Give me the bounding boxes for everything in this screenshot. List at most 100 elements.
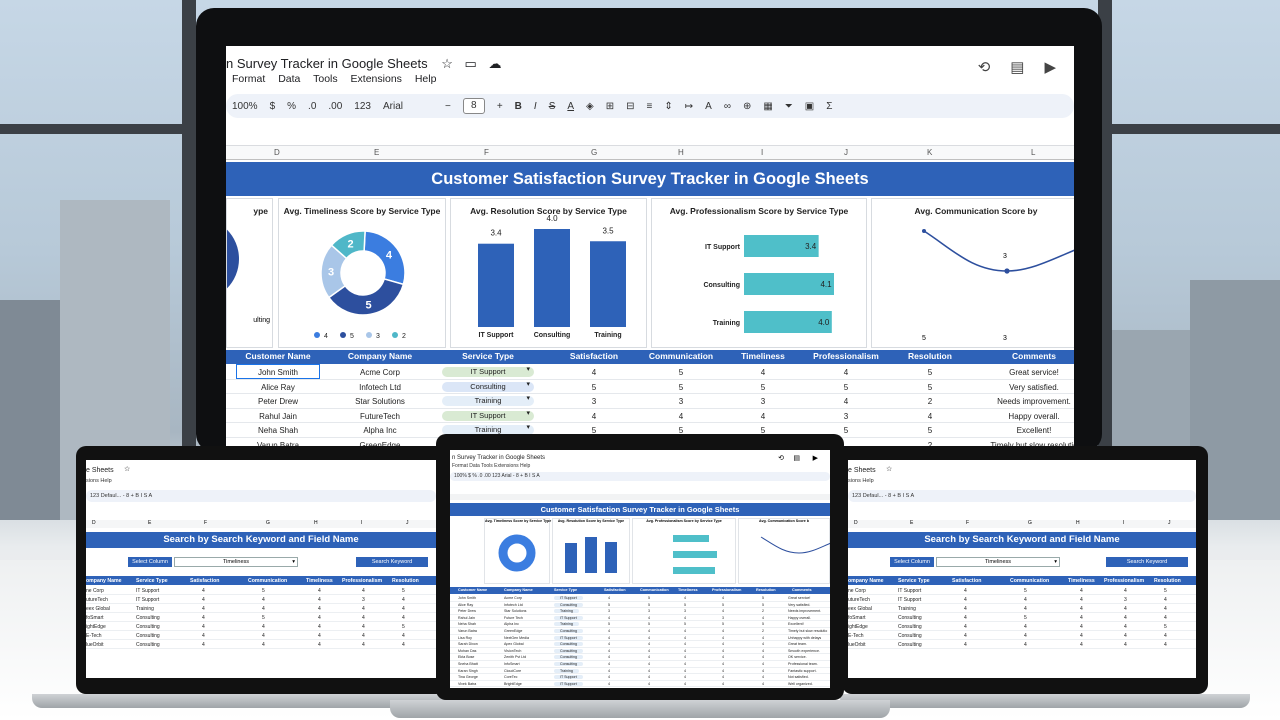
table-cell[interactable]: Apex Global [504, 642, 524, 646]
table-cell[interactable]: Star Solutions [504, 609, 526, 613]
column-header-d[interactable]: D [274, 148, 280, 157]
table-cell[interactable]: Training [554, 622, 579, 627]
column-header-h[interactable]: H [314, 520, 318, 526]
table-cell[interactable]: 5 [648, 603, 650, 607]
result-cell[interactable]: 4 [1080, 615, 1083, 621]
star-icon[interactable]: ☆ [886, 465, 892, 473]
column-header-f[interactable]: F [484, 148, 489, 157]
result-cell[interactable]: 4 [1124, 588, 1127, 594]
result-cell[interactable]: 5 [1164, 588, 1167, 594]
merge-cells-icon[interactable]: ⊟ [626, 101, 634, 112]
table-cell[interactable]: Consulting [554, 629, 583, 633]
menu-bar[interactable]: sions Help [848, 478, 874, 484]
column-header-f[interactable]: F [204, 520, 207, 526]
table-cell[interactable]: 4 [648, 675, 650, 679]
header-resolution[interactable]: Resolution [756, 588, 776, 592]
menu-bar[interactable]: sions Help [86, 478, 112, 484]
header-service-type[interactable]: Service Type [554, 588, 577, 592]
result-cell[interactable]: 4 [402, 642, 405, 648]
table-cell[interactable]: Consulting [554, 642, 583, 647]
result-cell[interactable]: 4 [1124, 624, 1127, 630]
table-cell[interactable]: 4 [684, 629, 686, 633]
header-professionalism[interactable]: Professionalism [342, 578, 382, 584]
decrease-decimal-button[interactable]: .0 [308, 101, 316, 112]
table-cell[interactable]: 4 [608, 596, 610, 600]
result-cell[interactable]: 4 [318, 615, 321, 621]
pie-slice[interactable] [363, 230, 406, 286]
table-cell[interactable]: 5 [762, 596, 764, 600]
table-cell[interactable]: 4 [648, 669, 650, 673]
header-timeliness[interactable]: Timeliness [1068, 578, 1095, 584]
table-cell[interactable]: 5 [762, 622, 764, 626]
result-cell[interactable]: 4 [318, 606, 321, 612]
table-cell[interactable]: 2 [762, 629, 764, 633]
cell-comm[interactable]: 3 [644, 397, 718, 406]
table-cell[interactable]: 5 [722, 622, 724, 626]
table-cell[interactable]: Smooth experience. [788, 649, 820, 653]
table-cell[interactable]: GreenEdge [504, 629, 522, 633]
result-row[interactable]: lueOrbit Consulting 4 4 4 4 4 [848, 640, 1196, 649]
filter-icon[interactable]: ⏷ [785, 101, 793, 112]
table-row[interactable]: Neha Shah Alpha Inc Training 5 5 5 5 5 Excellent… [450, 621, 830, 628]
header-communication[interactable]: Communication [1010, 578, 1049, 584]
result-row[interactable]: utureTech IT Support 4 4 4 3 4 [848, 595, 1196, 604]
timeliness-chart[interactable]: Avg. Timeliness Score by Service Type 45… [278, 198, 446, 348]
chart-card[interactable]: Avg. Resolution Score by Service Type [552, 518, 630, 584]
table-cell[interactable]: 4 [608, 642, 610, 646]
cell-prof[interactable]: 4 [808, 368, 884, 377]
result-cell[interactable]: utureTech [848, 597, 870, 603]
result-cell[interactable]: Consulting [136, 633, 160, 639]
table-cell[interactable]: Karan Singh [458, 669, 478, 673]
table-cell[interactable]: 5 [608, 622, 610, 626]
header-satisfaction[interactable]: Satisfaction [604, 588, 626, 592]
zoom-select[interactable]: 100% [232, 101, 258, 112]
bold-icon[interactable]: B [515, 101, 522, 112]
table-cell[interactable]: 5 [608, 603, 610, 607]
video-call-icon[interactable]: ▶ [1044, 58, 1056, 76]
history-icon[interactable]: ⟲ [778, 454, 784, 462]
result-cell[interactable]: 4 [964, 615, 967, 621]
table-cell[interactable]: 4 [762, 649, 764, 653]
table-cell[interactable]: 4 [608, 616, 610, 620]
header-communication[interactable]: Communication [640, 588, 669, 592]
result-row[interactable]: E-Tech Consulting 4 4 4 4 4 [848, 631, 1196, 640]
result-cell[interactable]: IT Support [898, 588, 921, 594]
table-row[interactable]: Alice Ray Infotech Ltd Consulting 5 5 5 5 5 Very… [450, 602, 830, 609]
table-cell[interactable]: 4 [648, 662, 650, 666]
header-company-name[interactable]: Company Name [330, 351, 430, 361]
menu-bar[interactable]: Format Data Tools Extensions Help [452, 463, 530, 469]
table-cell[interactable]: 4 [648, 642, 650, 646]
table-cell[interactable]: 5 [684, 603, 686, 607]
result-cell[interactable]: 4 [362, 588, 365, 594]
result-row[interactable]: ne Corp IT Support 4 5 4 4 5 [86, 586, 436, 595]
table-cell[interactable]: 4 [722, 669, 724, 673]
table-cell[interactable]: Neha Shah [458, 622, 476, 626]
table-cell[interactable]: 4 [608, 662, 610, 666]
result-cell[interactable]: ne Corp [848, 588, 866, 594]
table-cell[interactable]: Alpha Inc [504, 622, 519, 626]
header-satisfaction[interactable]: Satisfaction [952, 578, 981, 584]
result-cell[interactable]: 5 [1164, 624, 1167, 630]
result-cell[interactable]: 4 [1024, 624, 1027, 630]
formatting-toolbar[interactable]: 123 Defaul... - 8 + B I S A [848, 490, 1196, 502]
insert-chart-icon[interactable]: ▦ [763, 101, 772, 112]
table-cell[interactable]: Timely but slow resolutio [788, 629, 827, 633]
cell-prof[interactable]: 4 [808, 397, 884, 406]
result-cell[interactable]: 4 [1080, 588, 1083, 594]
result-cell[interactable]: lueOrbit [86, 642, 104, 648]
service-type-dropdown[interactable]: Consulting ▾ [442, 381, 534, 392]
table-cell[interactable]: Very satisfied. [788, 603, 810, 607]
table-cell[interactable]: 4 [722, 596, 724, 600]
header-satisfaction[interactable]: Satisfaction [190, 578, 219, 584]
result-cell[interactable]: 5 [262, 588, 265, 594]
video-call-icon[interactable]: ▶ [813, 454, 818, 462]
table-cell[interactable]: 4 [722, 675, 724, 679]
header-professionalism[interactable]: Professionalism [1104, 578, 1144, 584]
search-keyword-button[interactable]: Search Keyword [1106, 557, 1188, 567]
table-row[interactable]: Karan Singh CloudCore Training 4 4 4 4 4 Fantast… [450, 668, 830, 675]
result-cell[interactable]: 4 [964, 633, 967, 639]
result-cell[interactable]: 4 [402, 633, 405, 639]
cell-comm[interactable]: 5 [644, 383, 718, 392]
table-cell[interactable]: 4 [608, 675, 610, 679]
result-cell[interactable]: 4 [318, 588, 321, 594]
